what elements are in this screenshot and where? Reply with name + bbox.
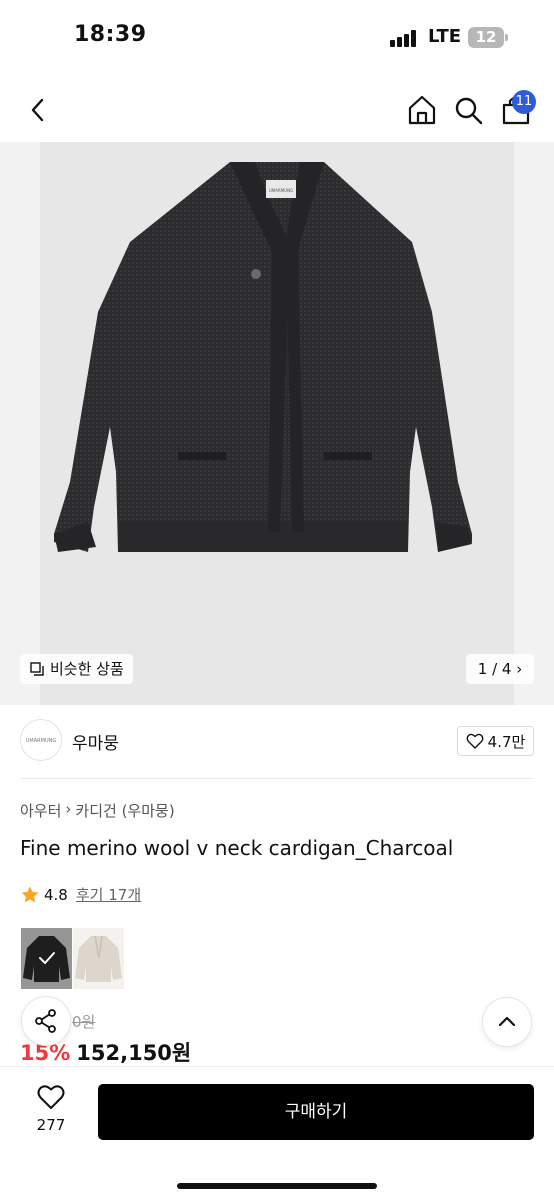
brand-name[interactable]: 우마뭉 [72,729,119,754]
star-icon [21,886,39,902]
swatch-image [73,928,124,989]
chevron-right-icon: › [516,660,523,678]
heart-icon [466,733,484,749]
scroll-top-button[interactable] [482,997,532,1047]
chevron-right-icon: › [65,800,72,818]
home-indicator [177,1183,377,1189]
brand-logo[interactable]: UMARMUNG [20,719,62,761]
color-swatch-oatmeal[interactable] [73,928,124,989]
status-bar: 18:39 LTE 12 [0,0,554,78]
product-image-carousel[interactable]: UMARMUNG [0,142,554,705]
rating-value: 4.8 [44,885,68,904]
similar-icon [30,662,44,676]
wishlist-count: 277 [36,1116,66,1134]
brand-like-count: 4.7만 [487,732,526,751]
chevron-up-icon [498,1016,516,1027]
search-icon [455,97,483,125]
home-button[interactable] [404,92,440,128]
back-button[interactable] [24,92,56,128]
home-icon [408,95,436,125]
image-counter[interactable]: 1 / 4 › [466,654,534,684]
breadcrumb-child[interactable]: 카디건 (우마뭉) [75,800,174,821]
battery-icon: 12 [468,27,504,48]
network-label: LTE [428,26,462,47]
heart-icon [37,1085,65,1109]
share-button[interactable] [21,996,71,1046]
similar-products-label: 비슷한 상품 [50,660,124,678]
image-counter-text: 1 / 4 [477,660,512,678]
breadcrumb: 아우터 › 카디건 (우마뭉) [20,800,175,821]
product-title: Fine merino wool v neck cardigan_Charcoa… [20,836,454,860]
battery-tip [505,34,508,41]
chevron-left-icon [31,98,44,122]
cart-count-badge: 11 [512,90,536,114]
brand-logo-text: UMARMUNG [25,738,57,744]
color-swatch-charcoal[interactable] [21,928,72,989]
breadcrumb-parent[interactable]: 아우터 [20,800,61,821]
product-photo: UMARMUNG [54,162,472,552]
share-icon [35,1009,56,1033]
sale-price: 152,150원 [76,1041,192,1065]
buy-button[interactable]: 구매하기 [98,1084,534,1140]
search-button[interactable] [452,92,486,128]
review-link[interactable]: 후기 17개 [76,884,141,905]
original-price: 0원 [72,1013,96,1031]
signal-icon [390,29,420,47]
swatch-image [21,928,72,989]
status-time: 18:39 [74,22,147,47]
similar-products-button[interactable]: 비슷한 상품 [20,654,133,684]
rating-row: 4.8 후기 17개 [20,884,141,905]
brand-tag-text: UMARMUNG [269,188,293,193]
divider [20,778,534,779]
brand-like-button[interactable]: 4.7만 [457,726,534,756]
